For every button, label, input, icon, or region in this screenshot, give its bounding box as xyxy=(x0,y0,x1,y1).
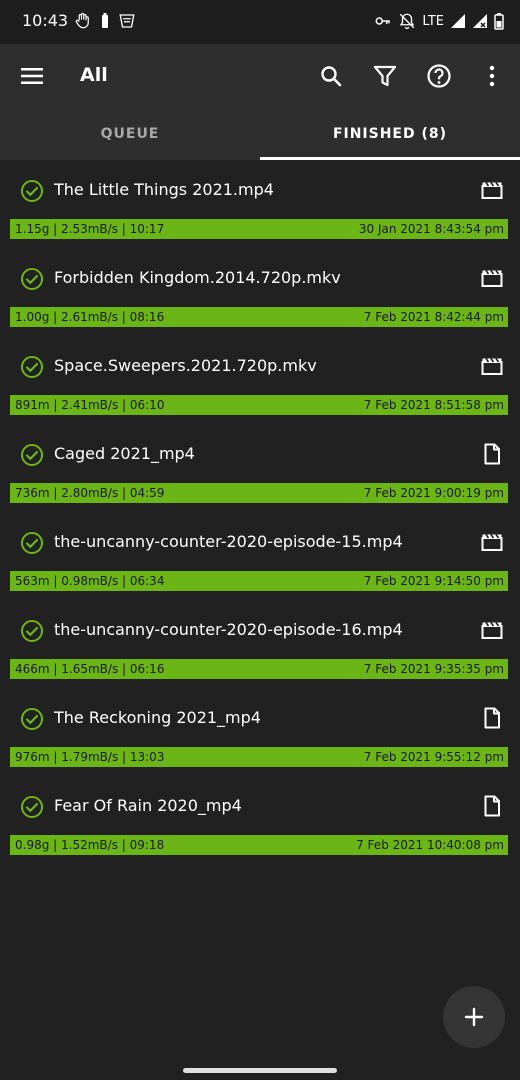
download-item[interactable]: The Reckoning 2021_mp4 976m | 1.79mB/s |… xyxy=(0,688,520,776)
check-circle-icon xyxy=(21,180,43,202)
download-stats: 736m | 2.80mB/s | 04:59 xyxy=(15,486,165,500)
video-icon xyxy=(481,182,503,199)
download-stats: 563m | 0.98mB/s | 06:34 xyxy=(15,574,165,588)
download-progress-bar: 736m | 2.80mB/s | 04:59 7 Feb 2021 9:00:… xyxy=(10,483,508,503)
check-circle-icon xyxy=(21,356,43,378)
download-name: Forbidden Kingdom.2014.720p.mkv xyxy=(54,268,341,287)
download-stats: 0.98g | 1.52mB/s | 09:18 xyxy=(15,838,165,852)
filter-icon[interactable] xyxy=(371,62,399,90)
file-icon xyxy=(484,707,500,729)
check-circle-icon xyxy=(21,796,43,818)
download-name: the-uncanny-counter-2020-episode-15.mp4 xyxy=(54,532,403,551)
download-name: The Little Things 2021.mp4 xyxy=(54,180,274,199)
download-stats: 976m | 1.79mB/s | 13:03 xyxy=(15,750,165,764)
app-bar: All xyxy=(0,44,520,108)
download-date: 7 Feb 2021 10:40:08 pm xyxy=(356,838,504,852)
download-name: the-uncanny-counter-2020-episode-16.mp4 xyxy=(54,620,403,639)
download-name: Space.Sweepers.2021.720p.mkv xyxy=(54,356,317,375)
plus-icon xyxy=(464,1007,484,1027)
status-system-icons: LTE xyxy=(374,12,504,30)
tab-bar: QUEUE FINISHED (8) xyxy=(0,108,520,160)
video-icon xyxy=(481,622,503,639)
check-circle-icon xyxy=(21,444,43,466)
download-date: 7 Feb 2021 8:42:44 pm xyxy=(363,310,504,324)
download-progress-bar: 466m | 1.65mB/s | 06:16 7 Feb 2021 9:35:… xyxy=(10,659,508,679)
download-stats: 1.15g | 2.53mB/s | 10:17 xyxy=(15,222,165,236)
menu-icon[interactable] xyxy=(18,62,46,90)
download-date: 7 Feb 2021 9:55:12 pm xyxy=(363,750,504,764)
download-item[interactable]: Forbidden Kingdom.2014.720p.mkv 1.00g | … xyxy=(0,248,520,336)
download-progress-bar: 891m | 2.41mB/s | 06:10 7 Feb 2021 8:51:… xyxy=(10,395,508,415)
status-bar: 10:43 LTE xyxy=(0,0,520,44)
download-date: 7 Feb 2021 9:35:35 pm xyxy=(363,662,504,676)
download-date: 30 Jan 2021 8:43:54 pm xyxy=(358,222,504,236)
add-download-button[interactable] xyxy=(443,986,505,1048)
download-stats: 1.00g | 2.61mB/s | 08:16 xyxy=(15,310,165,324)
gesture-icon xyxy=(75,12,89,29)
video-icon xyxy=(481,270,503,287)
download-date: 7 Feb 2021 8:51:58 pm xyxy=(363,398,504,412)
video-icon xyxy=(481,358,503,375)
check-circle-icon xyxy=(21,708,43,730)
help-icon[interactable] xyxy=(425,62,453,90)
more-options-icon[interactable] xyxy=(478,62,506,90)
download-item[interactable]: Fear Of Rain 2020_mp4 0.98g | 1.52mB/s |… xyxy=(0,776,520,864)
download-progress-bar: 1.00g | 2.61mB/s | 08:16 7 Feb 2021 8:42… xyxy=(10,307,508,327)
download-name: The Reckoning 2021_mp4 xyxy=(54,708,261,727)
check-circle-icon xyxy=(21,532,43,554)
signal-secondary-icon xyxy=(473,14,487,28)
download-progress-bar: 0.98g | 1.52mB/s | 09:18 7 Feb 2021 10:4… xyxy=(10,835,508,855)
video-icon xyxy=(481,534,503,551)
download-progress-bar: 976m | 1.79mB/s | 13:03 7 Feb 2021 9:55:… xyxy=(10,747,508,767)
download-progress-bar: 563m | 0.98mB/s | 06:34 7 Feb 2021 9:14:… xyxy=(10,571,508,591)
download-stats: 466m | 1.65mB/s | 06:16 xyxy=(15,662,165,676)
file-icon xyxy=(484,443,500,465)
download-progress-bar: 1.15g | 2.53mB/s | 10:17 30 Jan 2021 8:4… xyxy=(10,219,508,239)
tab-queue[interactable]: QUEUE xyxy=(0,108,260,160)
download-date: 7 Feb 2021 9:14:50 pm xyxy=(363,574,504,588)
download-item[interactable]: the-uncanny-counter-2020-episode-15.mp4 … xyxy=(0,512,520,600)
download-list: The Little Things 2021.mp4 1.15g | 2.53m… xyxy=(0,160,520,864)
home-indicator[interactable] xyxy=(183,1068,337,1073)
download-name: Caged 2021_mp4 xyxy=(54,444,195,463)
file-icon xyxy=(484,795,500,817)
page-title: All xyxy=(80,64,108,86)
download-item[interactable]: Space.Sweepers.2021.720p.mkv 891m | 2.41… xyxy=(0,336,520,424)
network-type: LTE xyxy=(422,13,444,29)
download-item[interactable]: Caged 2021_mp4 736m | 2.80mB/s | 04:59 7… xyxy=(0,424,520,512)
download-name: Fear Of Rain 2020_mp4 xyxy=(54,796,242,815)
download-stats: 891m | 2.41mB/s | 06:10 xyxy=(15,398,165,412)
download-item[interactable]: the-uncanny-counter-2020-episode-16.mp4 … xyxy=(0,600,520,688)
check-circle-icon xyxy=(21,268,43,290)
search-icon[interactable] xyxy=(317,62,345,90)
app-notification-icon xyxy=(119,14,135,28)
battery-saver-icon xyxy=(102,13,108,28)
download-item[interactable]: The Little Things 2021.mp4 1.15g | 2.53m… xyxy=(0,160,520,248)
status-time: 10:43 xyxy=(22,11,69,30)
status-notification-icons xyxy=(74,12,136,30)
battery-icon xyxy=(494,13,504,30)
download-date: 7 Feb 2021 9:00:19 pm xyxy=(363,486,504,500)
tab-finished[interactable]: FINISHED (8) xyxy=(260,108,520,160)
notifications-off-icon xyxy=(400,13,415,30)
signal-icon xyxy=(451,14,465,28)
vpn-key-icon xyxy=(375,17,391,25)
check-circle-icon xyxy=(21,620,43,642)
